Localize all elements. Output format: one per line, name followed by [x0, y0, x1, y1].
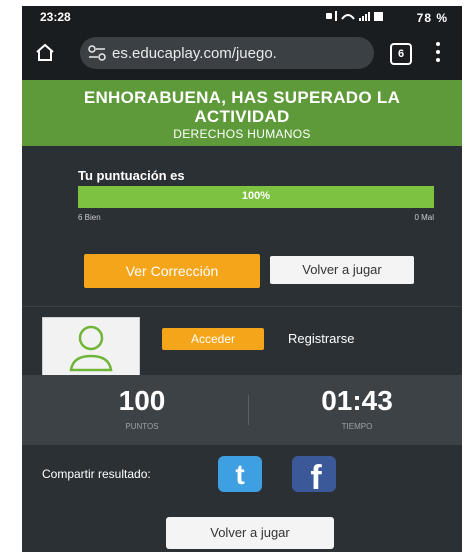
points-label: PUNTOS [125, 422, 159, 431]
avatar [42, 317, 140, 377]
activity-name: DERECHOS HUMANOS [173, 127, 311, 141]
score-progress-bar: 100% [78, 186, 434, 208]
share-label: Compartir resultado: [42, 467, 151, 481]
view-correction-button[interactable]: Ver Corrección [84, 254, 260, 288]
banner-title-line2: ACTIVIDAD [194, 107, 290, 126]
points-value: 100 [118, 385, 166, 416]
tab-switcher-icon[interactable]: 6 [390, 43, 412, 65]
twitter-glyph: t [235, 459, 244, 490]
home-icon[interactable] [34, 41, 56, 63]
url-text: es.educaplay.com/juego. [112, 45, 277, 62]
site-settings-icon[interactable] [88, 45, 106, 61]
facebook-share-button[interactable]: f [292, 456, 336, 497]
play-again-bottom-button[interactable]: Volver a jugar [166, 517, 334, 549]
facebook-glyph: f [310, 459, 322, 492]
status-icons: 78 % [326, 10, 448, 25]
overflow-menu-icon[interactable] [436, 42, 442, 64]
twitter-icon: t [235, 459, 244, 490]
login-section: Acceder Registrarse [22, 307, 462, 377]
status-indicators-icon [326, 11, 384, 21]
stats-panel: 100 PUNTOS 01:43 TIEMPO [22, 375, 462, 445]
footer-section: Volver a jugar [22, 505, 462, 552]
share-section: Compartir resultado: t f [22, 445, 462, 505]
time-label: TIEMPO [341, 422, 373, 431]
status-bar: 23:28 78 % [22, 6, 462, 28]
stats-divider [248, 395, 249, 425]
register-link[interactable]: Registrarse [288, 331, 354, 346]
phone-screen: 23:28 78 % es.educaplay.com/juego. 6 ENH… [22, 6, 462, 552]
browser-toolbar: es.educaplay.com/juego. 6 [22, 28, 462, 80]
battery-percent: 78 % [416, 11, 448, 25]
twitter-share-button[interactable]: t [218, 456, 262, 492]
user-icon [69, 325, 113, 372]
url-bar[interactable]: es.educaplay.com/juego. [80, 37, 374, 69]
success-banner: ENHORABUENA, HAS SUPERADO LA ACTIVIDAD D… [22, 80, 462, 146]
wrong-count: 0 Mal [414, 213, 434, 222]
correct-count: 6 Bien [78, 213, 101, 222]
status-time: 23:28 [40, 10, 71, 24]
login-button[interactable]: Acceder [162, 328, 264, 350]
time-value: 01:43 [321, 385, 393, 416]
banner-title-line1: ENHORABUENA, HAS SUPERADO LA [83, 88, 401, 107]
score-label: Tu puntuación es [78, 168, 185, 183]
play-again-button[interactable]: Volver a jugar [270, 256, 414, 284]
score-percent: 100% [241, 190, 271, 202]
facebook-icon: f [310, 459, 322, 497]
score-section: Tu puntuación es 100% 6 Bien 0 Mal Ver C… [22, 146, 462, 306]
